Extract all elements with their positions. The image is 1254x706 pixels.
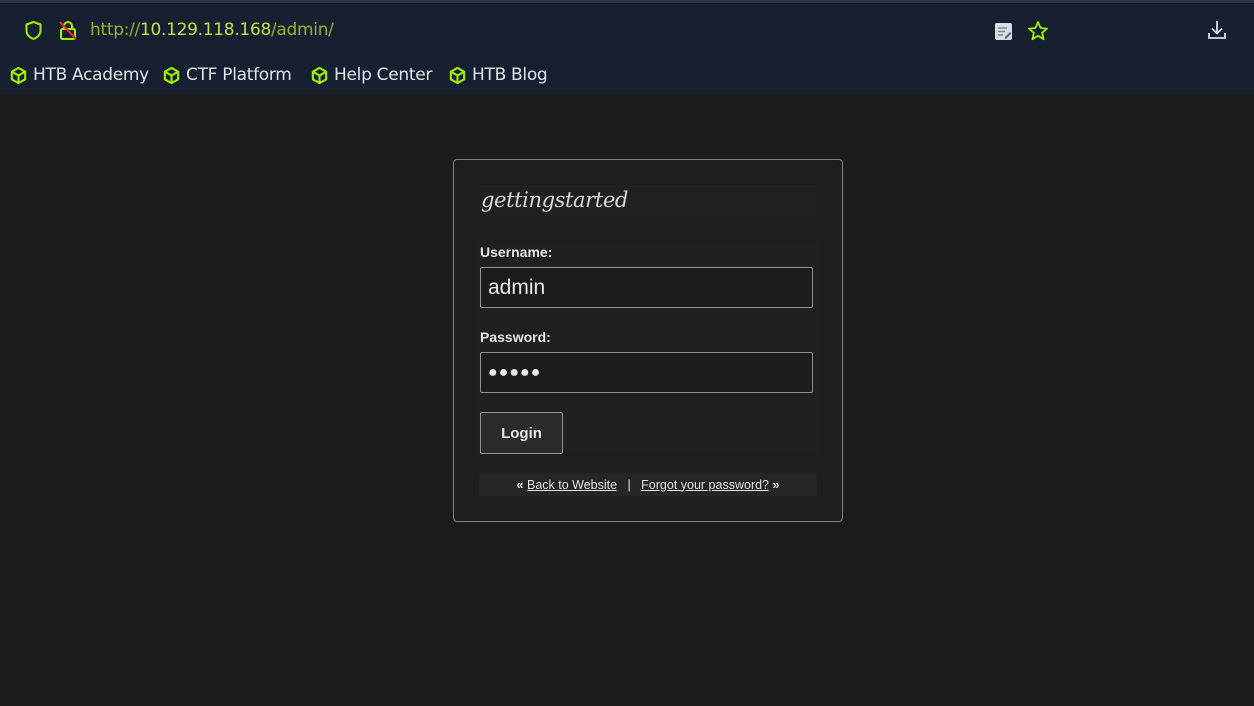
cube-icon [163,66,180,84]
right-quote: » [772,477,780,492]
footer-links: « Back to Website | Forgot your password… [479,473,817,496]
bookmark-label: HTB Academy [33,65,149,85]
cube-icon [10,66,27,84]
back-to-website-link[interactable]: Back to Website [527,478,617,492]
username-label: Username: [480,244,553,260]
star-icon[interactable] [1027,20,1049,42]
bookmark-help-center[interactable]: Help Center [310,63,432,87]
password-input[interactable]: ●●●●● [480,352,813,393]
download-icon[interactable] [1207,19,1227,41]
cube-icon [311,66,328,84]
link-separator: | [627,477,631,492]
shield-icon[interactable] [24,20,43,41]
url-host: 10.129.118.168 [139,20,271,40]
username-input[interactable]: admin [480,267,813,308]
url-bar[interactable]: http://10.129.118.168/admin/ [0,3,1254,57]
login-box: gettingstarted Username: admin Password:… [453,159,843,522]
login-button[interactable]: Login [480,412,563,454]
insecure-lock-icon[interactable] [58,19,78,41]
url-scheme: http:// [90,20,140,40]
bookmark-htb-academy[interactable]: HTB Academy [9,63,149,87]
bookmark-ctf-platform[interactable]: CTF Platform [162,63,292,87]
forgot-password-link[interactable]: Forgot your password? [641,478,769,492]
site-title: gettingstarted [479,185,817,216]
bookmark-label: CTF Platform [186,65,292,85]
browser-toolbar: http://10.129.118.168/admin/ HTB Academy… [0,0,1254,94]
cube-icon [449,66,466,84]
bookmarks-toolbar: HTB Academy CTF Platform Help Center HTB… [0,57,1254,94]
url-path: /admin/ [270,20,334,40]
url-text[interactable]: http://10.129.118.168/admin/ [90,20,334,40]
reader-view-icon[interactable] [994,22,1013,41]
bookmark-htb-blog[interactable]: HTB Blog [448,63,548,87]
login-form: Username: admin Password: ●●●●● Login [479,241,817,454]
left-quote: « [516,477,524,492]
bookmark-label: HTB Blog [472,65,548,85]
password-label: Password: [480,329,551,345]
bookmark-label: Help Center [334,65,433,85]
